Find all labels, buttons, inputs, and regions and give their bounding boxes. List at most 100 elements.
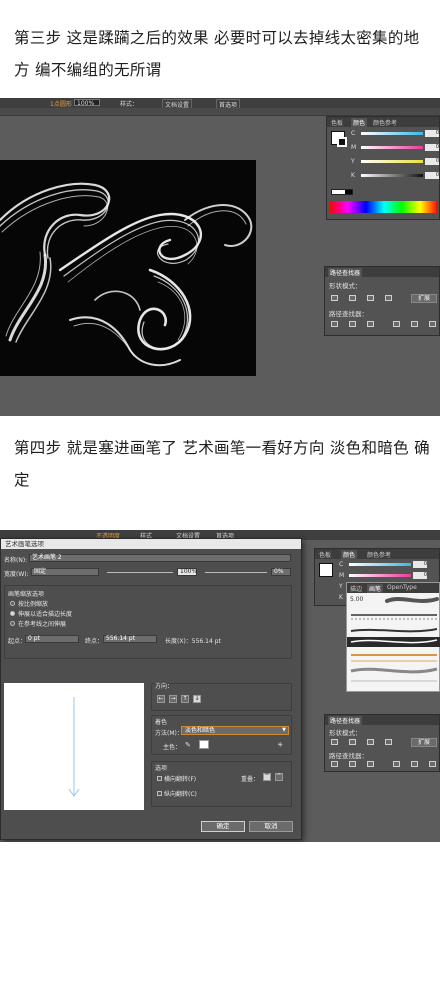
- expand-button[interactable]: 扩展: [411, 294, 437, 303]
- divide-icon-2[interactable]: [331, 761, 338, 767]
- merge-icon-2[interactable]: [367, 761, 374, 767]
- channel-c-value-2[interactable]: 0: [413, 561, 427, 568]
- color-panel-2-tabs: 色板 颜色 颜色参考: [315, 549, 439, 559]
- divide-icon[interactable]: [331, 321, 338, 327]
- document-tab-strip: [0, 108, 440, 116]
- minus-back-icon[interactable]: [429, 321, 436, 327]
- ok-button[interactable]: 确定: [201, 821, 245, 832]
- pathfinder-panel-2: 路径查找器 形状模式： 扩展 路径查找器：: [324, 714, 440, 772]
- variation-slider-track[interactable]: [205, 572, 267, 573]
- channel-c-slider[interactable]: [361, 132, 423, 135]
- fill-stroke-swatch[interactable]: [331, 131, 347, 147]
- eyedropper-icon[interactable]: ✎: [185, 741, 191, 749]
- tab-swatches-2[interactable]: 色板: [319, 550, 331, 559]
- brush-definition-dropdown[interactable]: 1点圆形: [48, 99, 74, 108]
- merge-icon[interactable]: [367, 321, 374, 327]
- exclude-icon-2[interactable]: [385, 739, 392, 745]
- outline-icon[interactable]: [411, 321, 418, 327]
- tab-color-guide-2[interactable]: 颜色参考: [367, 550, 391, 559]
- width-mode-select[interactable]: 固定: [31, 568, 99, 576]
- step3-caption: 第三步 这是蹂躏之后的效果 必要时可以去掉线太密集的地方 编不编组的无所谓: [14, 29, 420, 79]
- start-label: 起点：: [8, 638, 27, 645]
- direction-up-button[interactable]: ↑: [181, 695, 189, 703]
- intersect-icon[interactable]: [367, 295, 374, 301]
- channel-m-slider[interactable]: [361, 146, 423, 149]
- direction-left-button[interactable]: ←: [157, 695, 165, 703]
- channel-c-slider-2[interactable]: [349, 563, 411, 566]
- channel-m-slider-2[interactable]: [349, 574, 411, 577]
- unite-icon-2[interactable]: [331, 739, 338, 745]
- channel-y-slider[interactable]: [361, 160, 423, 163]
- channel-y-value[interactable]: 0: [425, 158, 439, 165]
- illustrator-screenshot-2: 不透明度 样式 文档设置 首选项 色板 颜色 颜色参考 C 0 M 0 Y 0 …: [0, 530, 440, 842]
- channel-c-value[interactable]: 0: [425, 130, 439, 137]
- minus-front-icon[interactable]: [349, 295, 356, 301]
- colorization-method-select[interactable]: 淡色和暗色 ▼: [181, 726, 289, 735]
- scale-proportional-radio[interactable]: [10, 601, 15, 606]
- crop-icon-2[interactable]: [393, 761, 400, 767]
- cancel-button[interactable]: 取消: [249, 821, 293, 832]
- pathfinder-tabs-2: 路径查找器: [325, 715, 439, 725]
- channel-k-slider[interactable]: [361, 174, 423, 177]
- start-input[interactable]: 0 pt: [25, 635, 79, 643]
- pathfinders-label-2: 路径查找器：: [329, 752, 368, 760]
- name-label: 名称(N):: [4, 557, 28, 564]
- variation-field[interactable]: 0%: [271, 568, 291, 576]
- intersect-icon-2[interactable]: [367, 739, 374, 745]
- crop-icon[interactable]: [393, 321, 400, 327]
- color-spectrum-bar[interactable]: [330, 201, 438, 213]
- tab-brushes[interactable]: 画笔: [367, 584, 384, 593]
- brushes-panel-tabs: 描边 画笔 OpenType: [347, 583, 439, 593]
- none-white-black-swatches[interactable]: [331, 189, 353, 195]
- channel-m-value[interactable]: 0: [425, 144, 439, 151]
- direction-right-button[interactable]: →: [169, 695, 177, 703]
- tab-stroke[interactable]: 描边: [350, 584, 362, 593]
- artboard-canvas[interactable]: [0, 160, 256, 376]
- brush-name-input[interactable]: 艺术画笔 2: [29, 554, 291, 562]
- swirl-artwork: [0, 182, 253, 367]
- color-panel-tabs: 色板 颜色 颜色参考: [327, 117, 439, 127]
- end-label: 终点：: [85, 638, 104, 645]
- tips-icon[interactable]: ☀: [277, 741, 283, 749]
- direction-down-button[interactable]: ↓: [193, 695, 201, 703]
- channel-k-value[interactable]: 0: [425, 172, 439, 179]
- width-percent-field[interactable]: 100%: [177, 568, 197, 576]
- width-slider-track[interactable]: [107, 572, 173, 573]
- outline-icon-2[interactable]: [411, 761, 418, 767]
- end-input[interactable]: 556.14 pt: [103, 635, 157, 643]
- stretch-to-fit-radio[interactable]: [10, 611, 15, 616]
- scale-group-label: 画笔缩放选项: [8, 591, 45, 598]
- expand-button-2[interactable]: 扩展: [411, 738, 437, 747]
- stretch-between-guides-radio[interactable]: [10, 621, 15, 626]
- flip-across-checkbox[interactable]: [157, 791, 162, 796]
- shape-modes-label: 形状模式：: [329, 282, 362, 290]
- flip-along-checkbox[interactable]: [157, 776, 162, 781]
- fill-stroke-swatch-2[interactable]: [319, 563, 333, 577]
- control-bar: 1点圆形 100% 样式： 文档设置 首选项: [0, 98, 440, 110]
- illustrator-screenshot-1: 1点圆形 100% 样式： 文档设置 首选项 色板 颜色 颜色参考 C 0 M …: [0, 98, 440, 416]
- trim-icon[interactable]: [349, 321, 356, 327]
- key-color-swatch[interactable]: [199, 740, 209, 749]
- opacity-field[interactable]: 100%: [74, 99, 100, 107]
- channel-m-value-2[interactable]: 0: [413, 572, 427, 579]
- preview-direction-arrow: [68, 697, 80, 797]
- tab-pathfinder[interactable]: 路径查找器: [328, 268, 363, 277]
- tab-color[interactable]: 颜色: [351, 118, 368, 127]
- colorization-label: 着色: [155, 719, 168, 726]
- trim-icon-2[interactable]: [349, 761, 356, 767]
- tab-color-guide[interactable]: 颜色参考: [373, 118, 397, 127]
- exclude-icon[interactable]: [385, 295, 392, 301]
- brush-library-strokes: [347, 597, 440, 682]
- tab-swatches[interactable]: 色板: [331, 118, 343, 127]
- key-color-label: 主色：: [163, 744, 182, 751]
- chevron-down-icon: ▼: [282, 727, 286, 733]
- overlap-none-button[interactable]: ^: [275, 773, 283, 781]
- tab-opentype[interactable]: OpenType: [387, 584, 417, 591]
- unite-icon[interactable]: [331, 295, 338, 301]
- overlap-adjust-button[interactable]: ^: [263, 773, 271, 781]
- minus-front-icon-2[interactable]: [349, 739, 356, 745]
- minus-back-icon-2[interactable]: [429, 761, 436, 767]
- flip-along-label: 横向翻转(F): [164, 776, 197, 783]
- tab-pathfinder-2[interactable]: 路径查找器: [328, 716, 363, 725]
- tab-color-2[interactable]: 颜色: [341, 550, 358, 559]
